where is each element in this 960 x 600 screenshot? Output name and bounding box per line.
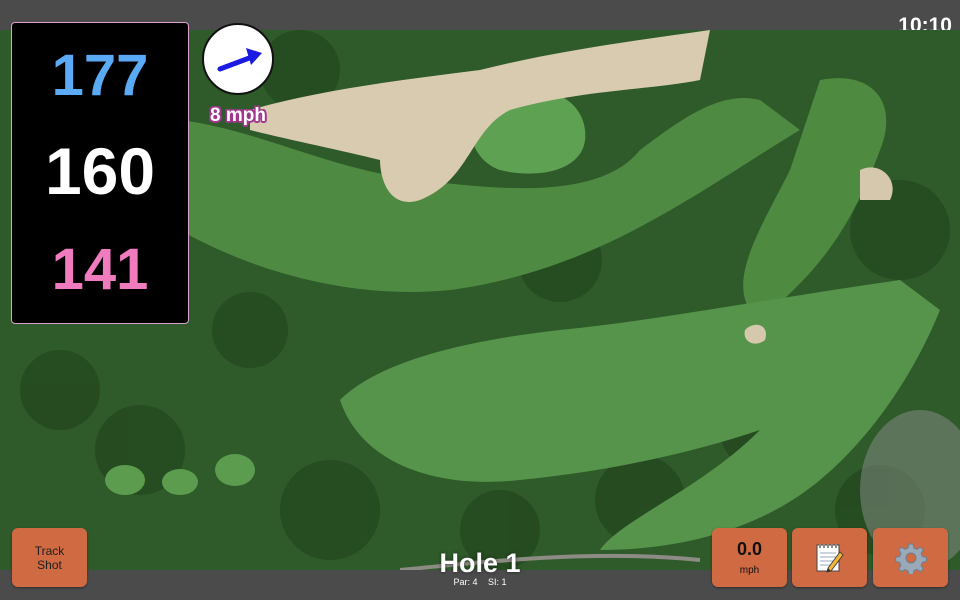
- speed-unit: mph: [739, 565, 760, 576]
- hole-par: Par: 4: [453, 577, 478, 587]
- wind-indicator: [202, 23, 274, 95]
- settings-button[interactable]: [873, 528, 948, 587]
- hole-stroke-index: SI: 1: [488, 577, 507, 587]
- distance-middle: 160: [44, 134, 156, 208]
- distance-front: 141: [51, 237, 149, 302]
- distance-panel: 177 160 141: [11, 22, 189, 324]
- wind-speed-label: 8 mph: [210, 105, 266, 126]
- notes-button[interactable]: [792, 528, 867, 587]
- gear-icon: [895, 542, 927, 579]
- swing-speed-button[interactable]: 0.0 mph: [712, 528, 787, 587]
- distance-back: 177: [51, 43, 149, 108]
- track-shot-label: Track Shot: [34, 543, 65, 572]
- wind-direction-arrow-icon: [217, 48, 262, 72]
- notepad-icon: [814, 542, 846, 579]
- hole-meta: Par: 4 SI: 1: [380, 577, 580, 587]
- speed-value: 0.0: [736, 539, 763, 559]
- hole-title: Hole 1: [439, 548, 521, 578]
- track-shot-button[interactable]: Track Shot: [12, 528, 87, 587]
